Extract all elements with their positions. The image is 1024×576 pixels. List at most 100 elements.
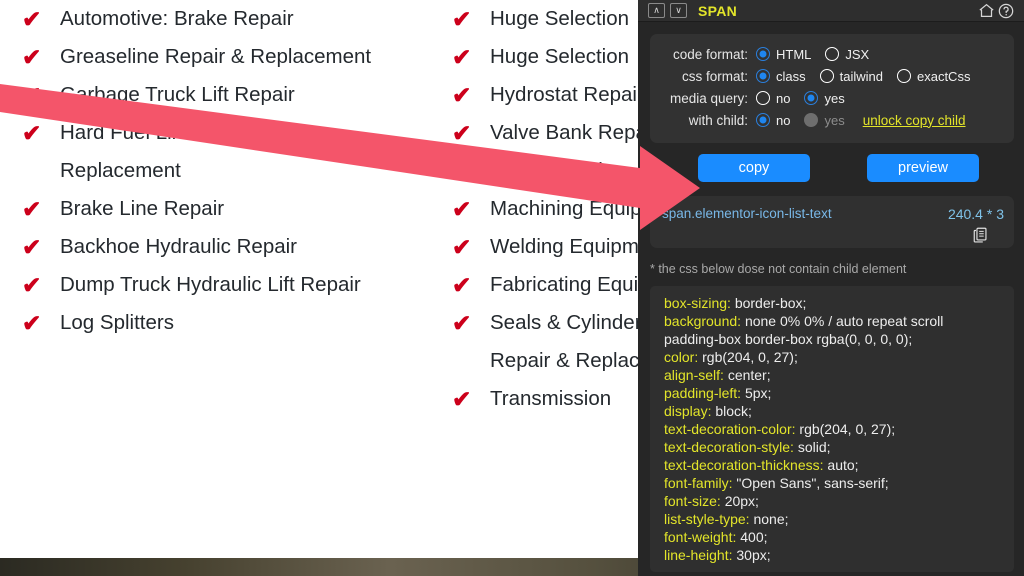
radio-option[interactable]: yes <box>804 90 845 106</box>
child-element-note: * the css below dose not contain child e… <box>650 262 907 276</box>
action-button-row: copy preview <box>638 154 1024 182</box>
unlock-copy-child-link[interactable]: unlock copy child <box>863 113 966 128</box>
list-item: ✔ Welding Equipment <box>452 228 638 266</box>
css-property-value: solid; <box>797 439 831 455</box>
selected-element-card: span.elementor-icon-list-text 240.4 * 3 <box>650 196 1014 248</box>
css-property-value: 30px; <box>736 547 771 563</box>
css-declaration: padding-box border-box rgba(0, 0, 0, 0); <box>664 330 1006 348</box>
radio-option-label: HTML <box>776 46 812 62</box>
list-item: ✔ Hard Fuel Line Repair & Replacement <box>22 114 452 190</box>
css-property-value: none; <box>753 511 789 527</box>
css-property-name: font-size: <box>664 493 721 509</box>
css-property-name: padding-left: <box>664 385 742 401</box>
css-declaration: text-decoration-color: rgb(204, 0, 27); <box>664 420 1006 438</box>
list-item-row: ✔ Pump Repair <box>452 152 638 190</box>
radio-button-icon[interactable] <box>825 47 840 61</box>
radio-button-icon[interactable] <box>756 69 770 83</box>
check-icon: ✔ <box>22 272 42 298</box>
service-list-middle-column: ✔ Huge Selection ✔ Huge Selection ✔ Hydrostat… <box>452 0 638 418</box>
service-list-middle-column-clip: ✔ Huge Selection ✔ Huge Selection ✔ Hydrostat… <box>452 0 638 558</box>
radio-button-icon <box>804 113 819 127</box>
option-label: code format: <box>672 46 748 62</box>
radio-option[interactable]: HTML <box>756 47 811 62</box>
radio-option: yes <box>804 113 845 128</box>
nav-up-icon[interactable]: ∧ <box>648 3 665 18</box>
check-icon: ✔ <box>452 120 472 146</box>
css-declaration: box-sizing: border-box; <box>664 294 1006 312</box>
css-property-name: list-style-type: <box>664 511 750 527</box>
option-label: media query: <box>669 90 748 106</box>
check-icon: ✔ <box>452 44 472 70</box>
css-declaration: align-self: center; <box>664 366 1006 384</box>
radio-button-icon[interactable] <box>819 69 834 83</box>
copy-document-icon[interactable] <box>972 226 990 249</box>
radio-option[interactable]: no <box>756 113 790 128</box>
list-item-label: Garbage Truck Lift Repair <box>60 83 295 106</box>
radio-button-icon[interactable] <box>896 69 911 83</box>
css-property-value: 400; <box>740 529 768 545</box>
list-item-row: ✔ Fabricating Equipment <box>452 266 638 304</box>
nav-down-icon[interactable]: ∨ <box>670 3 687 18</box>
css-declaration: font-weight: 400; <box>664 528 1006 546</box>
list-item-label: Log Splitters <box>60 311 174 334</box>
help-icon[interactable] <box>996 1 1016 21</box>
list-item-label: Automotive: Brake Repair <box>60 7 294 30</box>
radio-option[interactable]: class <box>756 69 806 84</box>
css-property-name: font-family: <box>664 475 733 491</box>
check-icon: ✔ <box>452 158 472 184</box>
radio-option[interactable]: exactCss <box>896 69 970 84</box>
css-property-value: 5px; <box>744 385 772 401</box>
radio-option-label: no <box>776 112 791 128</box>
css-property-value: center; <box>727 367 771 383</box>
css-property-name: box-sizing: <box>664 295 731 311</box>
copy-button[interactable]: copy <box>698 154 810 182</box>
list-item-row: ✔ Backhoe Hydraulic Repair <box>22 228 452 266</box>
home-icon[interactable] <box>976 1 996 21</box>
css-declaration: list-style-type: none; <box>664 510 1006 528</box>
list-item: ✔ Backhoe Hydraulic Repair <box>22 228 452 266</box>
list-item-label: Dump Truck Hydraulic Lift Repair <box>60 273 361 296</box>
css-declaration: font-family: "Open Sans", sans-serif; <box>664 474 1006 492</box>
check-icon: ✔ <box>22 234 42 260</box>
screenshot-root: ✔ Automotive: Brake Repair ✔ Greaseline Rep… <box>0 0 1024 576</box>
list-item-row: ✔ Huge Selection <box>452 0 638 38</box>
list-item: ✔ Valve Bank Repair <box>452 114 638 152</box>
radio-option-label: class <box>776 68 806 84</box>
css-declaration: line-height: 30px; <box>664 546 1006 564</box>
list-item: ✔ Machining Equipment <box>452 190 638 228</box>
list-item: ✔ Log Splitters <box>22 304 452 342</box>
css-property-name: text-decoration-style: <box>664 439 794 455</box>
css-property-name: display: <box>664 403 712 419</box>
css-property-name: color: <box>664 349 699 365</box>
list-item-label: Welding Equipment <box>490 235 638 258</box>
list-item-row: ✔ Automotive: Brake Repair <box>22 0 452 38</box>
radio-option[interactable]: JSX <box>825 47 869 62</box>
radio-option[interactable]: no <box>756 91 790 106</box>
radio-button-icon[interactable] <box>756 113 770 127</box>
check-icon: ✔ <box>22 120 42 146</box>
option-label: with child: <box>688 112 748 128</box>
check-icon: ✔ <box>452 272 472 298</box>
service-list-left-column: ✔ Automotive: Brake Repair ✔ Greaseline Rep… <box>22 0 452 342</box>
radio-button-icon[interactable] <box>804 91 819 105</box>
css-property-name: background: <box>664 313 742 329</box>
preview-button[interactable]: preview <box>867 154 979 182</box>
check-icon: ✔ <box>22 196 42 222</box>
radio-option-label: yes <box>824 90 845 106</box>
radio-option[interactable]: tailwind <box>819 69 883 84</box>
css-property-value: border-box; <box>734 295 807 311</box>
list-item-row: ✔ Brake Line Repair <box>22 190 452 228</box>
radio-button-icon[interactable] <box>756 47 770 61</box>
list-item-label: Huge Selection <box>490 45 630 68</box>
css-rules-card: box-sizing: border-box; background: none … <box>650 286 1014 572</box>
list-item: ✔ Garbage Truck Lift Repair <box>22 76 452 114</box>
css-property-value: auto; <box>827 457 859 473</box>
check-icon: ✔ <box>452 234 472 260</box>
panel-title: SPAN <box>698 2 738 19</box>
list-item-row: ✔ Greaseline Repair & Replacement <box>22 38 452 76</box>
radio-option-label: no <box>776 90 791 106</box>
check-icon: ✔ <box>22 310 42 336</box>
list-item-row: ✔ Garbage Truck Lift Repair <box>22 76 452 114</box>
check-icon: ✔ <box>452 196 472 222</box>
radio-button-icon[interactable] <box>756 91 770 105</box>
